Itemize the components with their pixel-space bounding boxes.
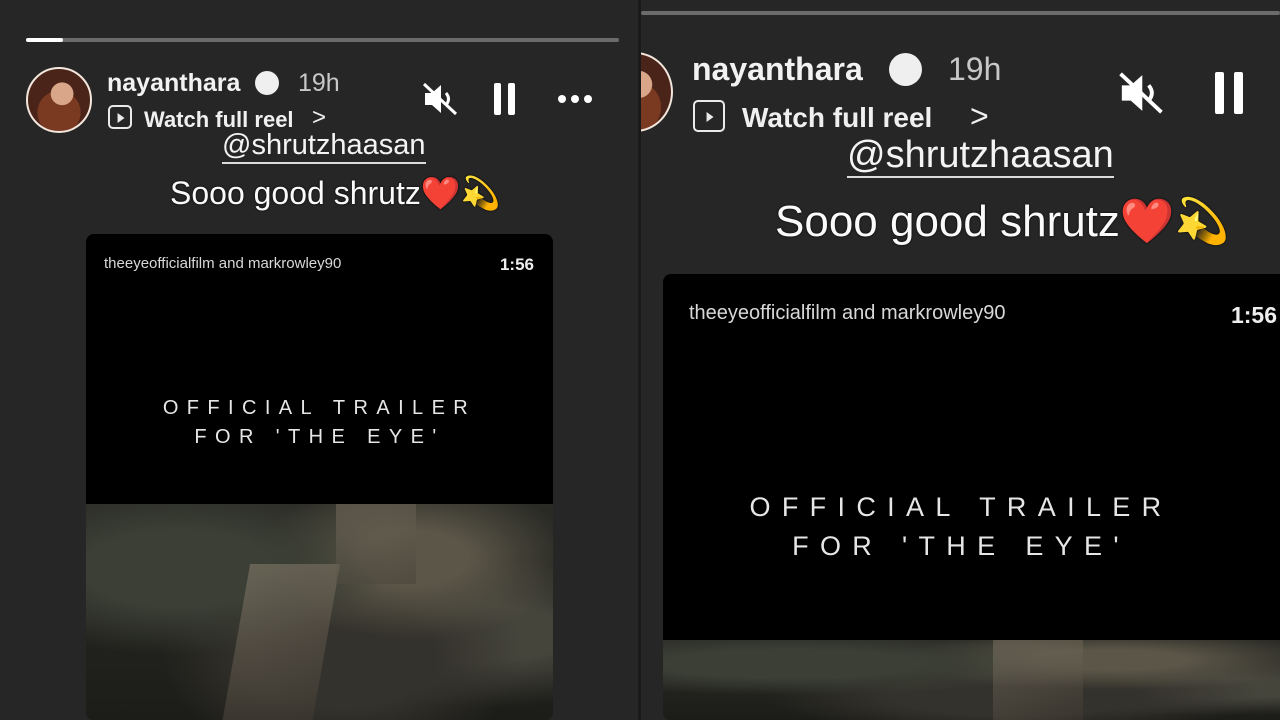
pause-icon[interactable] <box>494 83 518 115</box>
more-icon[interactable] <box>558 95 592 103</box>
story-panel-left: nayanthara 19h Watch full reel > @shrutz… <box>0 0 638 720</box>
heart-emoji: ❤️ <box>1119 197 1175 246</box>
avatar[interactable] <box>26 67 92 133</box>
trailer-title-line2: FOR 'THE EYE' <box>792 531 1130 562</box>
trailer-title-line1: OFFICIAL TRAILER <box>162 397 477 419</box>
mute-icon[interactable] <box>422 82 458 116</box>
trailer-title-line2: FOR 'THE EYE' <box>194 426 445 448</box>
verified-badge-icon <box>889 53 922 86</box>
username[interactable]: nayanthara <box>692 51 863 88</box>
chevron-right-icon: > <box>970 98 989 134</box>
avatar[interactable] <box>641 52 673 132</box>
story-caption: Sooo good shrutz❤️💫 <box>775 195 1230 247</box>
trailer-title: OFFICIAL TRAILER FOR 'THE EYE' <box>86 394 553 452</box>
story-panel-right: nayanthara 19h Watch full reel > @shrutz… <box>641 0 1280 720</box>
reel-duration: 1:56 <box>1230 302 1277 328</box>
story-progress-bar <box>641 11 1280 15</box>
shared-reel-card[interactable]: theeyeofficialfilm and markrowley90 1:56… <box>86 234 553 720</box>
story-caption: Sooo good shrutz❤️💫 <box>170 174 501 212</box>
reel-authors: theeyeofficialfilm and markrowley90 <box>104 255 342 272</box>
reel-authors: theeyeofficialfilm and markrowley90 <box>689 302 1006 324</box>
pause-icon[interactable] <box>1215 72 1245 114</box>
caption-text: Sooo good shrutz <box>170 175 421 211</box>
time-ago: 19h <box>298 69 340 97</box>
mention-tag[interactable]: @shrutzhaasan <box>222 131 426 164</box>
chevron-right-icon: > <box>312 104 327 131</box>
dizzy-emoji: 💫 <box>1174 197 1230 246</box>
cliff-image <box>86 504 553 720</box>
shared-reel-card[interactable]: theeyeofficialfilm and markrowley90 1:56… <box>663 274 1280 720</box>
trailer-title-line1: OFFICIAL TRAILER <box>749 492 1173 522</box>
verified-badge-icon <box>255 71 279 95</box>
cliff-image <box>663 640 1280 720</box>
reel-icon <box>108 105 132 129</box>
dizzy-emoji: 💫 <box>460 175 501 211</box>
story-progress-fill <box>26 38 63 42</box>
mention-tag[interactable]: @shrutzhaasan <box>847 136 1114 178</box>
username[interactable]: nayanthara <box>107 69 240 98</box>
watch-full-reel-link[interactable]: Watch full reel <box>742 102 932 134</box>
trailer-title: OFFICIAL TRAILER FOR 'THE EYE' <box>663 488 1280 566</box>
reel-duration: 1:56 <box>499 255 534 274</box>
heart-emoji: ❤️ <box>420 175 461 211</box>
time-ago: 19h <box>948 51 1002 87</box>
story-progress-bar <box>26 38 619 42</box>
reel-icon <box>693 100 725 132</box>
caption-text: Sooo good shrutz <box>775 197 1120 246</box>
mute-icon[interactable] <box>1118 70 1164 116</box>
